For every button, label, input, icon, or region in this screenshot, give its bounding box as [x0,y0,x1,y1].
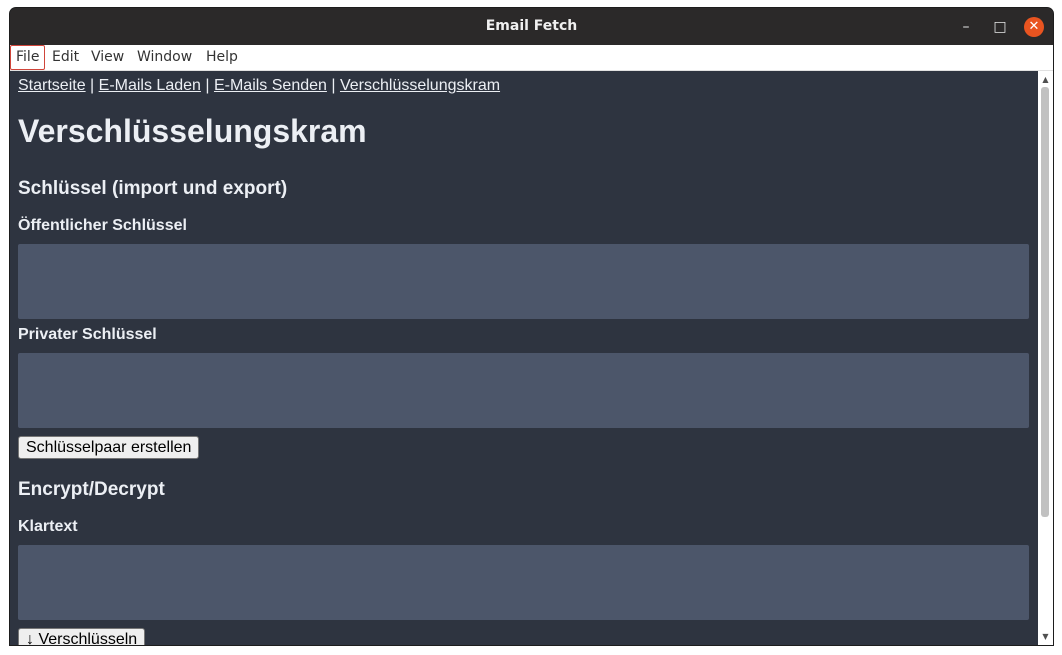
nav-link-startseite[interactable]: Startseite [18,77,86,94]
menu-file[interactable]: File [10,45,46,70]
generate-keypair-button[interactable]: Schlüsselpaar erstellen [18,436,200,459]
plaintext-field[interactable] [18,545,1029,620]
minimize-icon[interactable]: – [956,17,976,37]
vertical-scrollbar[interactable]: ▲ ▼ [1038,71,1053,645]
menu-edit[interactable]: Edit [52,45,79,69]
private-key-label: Privater Schlüssel [18,326,157,343]
close-icon[interactable]: ✕ [1024,17,1044,37]
public-key-field[interactable] [18,244,1029,319]
menu-bar: File Edit View Window Help [10,45,1053,71]
nav-separator: | [326,77,340,94]
nav-link-emails-senden[interactable]: E-Mails Senden [214,77,327,94]
nav-separator: | [85,77,99,94]
title-bar: Email Fetch – □ ✕ [10,8,1053,45]
scroll-down-icon[interactable]: ▼ [1038,630,1053,644]
menu-window[interactable]: Window [137,45,192,69]
crypt-section-heading: Encrypt/Decrypt [18,479,165,500]
window-title: Email Fetch [485,18,578,34]
menu-view[interactable]: View [91,45,124,69]
nav-link-verschluesselung[interactable]: Verschlüsselungskram [340,77,500,94]
page-title: Verschlüsselungskram [18,113,367,149]
scroll-up-icon[interactable]: ▲ [1038,73,1053,87]
plaintext-label: Klartext [18,518,78,535]
maximize-icon[interactable]: □ [990,17,1010,37]
public-key-label: Öffentlicher Schlüssel [18,217,187,234]
nav-link-emails-laden[interactable]: E-Mails Laden [99,77,201,94]
breadcrumb-nav: Startseite | E-Mails Laden | E-Mails Sen… [18,77,500,95]
keys-section-heading: Schlüssel (import und export) [18,178,288,199]
menu-help[interactable]: Help [206,45,238,69]
page-content: Startseite | E-Mails Laden | E-Mails Sen… [10,71,1038,645]
app-window: Email Fetch – □ ✕ File Edit View Window … [10,8,1053,645]
nav-separator: | [200,77,214,94]
private-key-field[interactable] [18,353,1029,428]
scrollbar-thumb[interactable] [1041,87,1049,517]
encrypt-button[interactable]: ↓ Verschlüsseln [18,628,146,645]
